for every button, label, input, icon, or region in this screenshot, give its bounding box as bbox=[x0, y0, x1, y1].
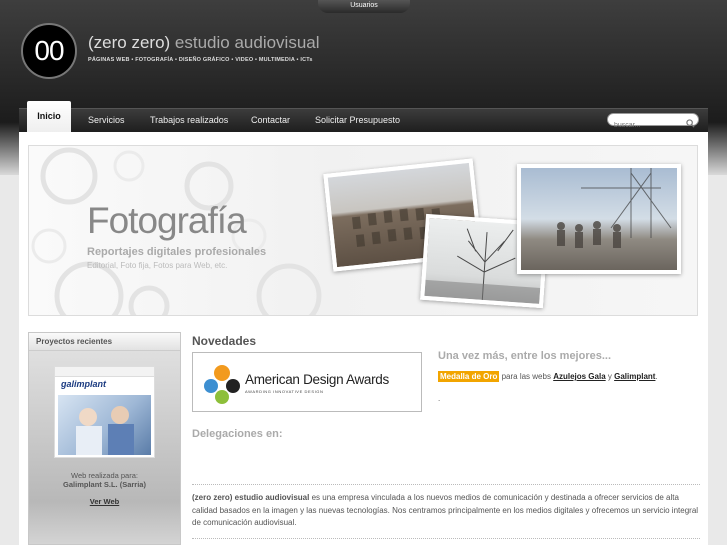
nav-item-servicios[interactable]: Servicios bbox=[88, 115, 125, 125]
banner-title: Fotografía bbox=[87, 200, 247, 241]
search-icon[interactable] bbox=[686, 115, 695, 133]
project-caption: Web realizada para: bbox=[71, 471, 138, 480]
medal-badge: Medalla de Oro bbox=[438, 371, 500, 382]
recent-projects-title: Proyectos recientes bbox=[29, 333, 180, 351]
award-logo-icon bbox=[204, 365, 240, 404]
thumb-photo bbox=[58, 395, 151, 455]
nav-item-inicio[interactable]: Inicio bbox=[27, 101, 71, 133]
about-text: (zero zero) estudio audiovisual es una e… bbox=[192, 492, 702, 530]
thumb-brand: galimplant bbox=[61, 379, 107, 389]
news-dot: . bbox=[438, 394, 441, 403]
award-name: American Design Awards bbox=[245, 372, 389, 387]
brand-name: (zero zero) bbox=[88, 33, 171, 52]
search-box bbox=[607, 113, 699, 131]
news-headline: Una vez más, entre los mejores... bbox=[438, 350, 612, 362]
recent-projects-panel: Proyectos recientes galimplant Web reali… bbox=[28, 332, 181, 545]
divider-bottom bbox=[192, 538, 700, 539]
delegaciones-title: Delegaciones en: bbox=[192, 428, 283, 440]
news-text: para las webs bbox=[501, 372, 551, 381]
project-thumbnail[interactable]: galimplant bbox=[54, 366, 155, 458]
banner-subtitle: Reportajes digitales profesionales bbox=[87, 246, 267, 258]
link-galimplant[interactable]: Galimplant bbox=[614, 372, 655, 381]
main-nav: Inicio Servicios Trabajos realizados Con… bbox=[19, 101, 708, 133]
nav-item-presupuesto[interactable]: Solicitar Presupuesto bbox=[315, 115, 400, 125]
brand-title: (zero zero) estudio audiovisual bbox=[88, 33, 320, 53]
link-azulejos-gala[interactable]: Azulejos Gala bbox=[553, 372, 605, 381]
nav-item-contactar[interactable]: Contactar bbox=[251, 115, 290, 125]
banner-subtitle-2: Editorial, Foto fija, Fotos para Web, et… bbox=[87, 261, 228, 270]
thumb-nav-bar bbox=[55, 367, 154, 377]
tagline: PÁGINAS WEB • FOTOGRAFÍA • DISEÑO GRÁFIC… bbox=[88, 57, 313, 63]
brand-suffix: estudio audiovisual bbox=[174, 33, 320, 52]
novedades-title: Novedades bbox=[192, 334, 257, 348]
usuarios-tab[interactable]: Usuarios bbox=[318, 0, 410, 13]
search-input[interactable] bbox=[608, 120, 684, 131]
photo-ship-crew bbox=[517, 164, 681, 274]
award-banner[interactable]: American Design Awards AWARDING INNOVATI… bbox=[192, 352, 422, 412]
nav-item-trabajos[interactable]: Trabajos realizados bbox=[150, 115, 228, 125]
logo[interactable]: 00 bbox=[21, 23, 77, 79]
news-period: . bbox=[655, 372, 658, 381]
news-conj: y bbox=[607, 372, 612, 381]
project-client: Galimplant S.L. (Sarria) bbox=[63, 480, 146, 489]
award-tagline: AWARDING INNOVATIVE DESIGN bbox=[245, 389, 324, 394]
news-line: Medalla de Oro para las webs Azulejos Ga… bbox=[438, 371, 658, 382]
ver-web-link[interactable]: Ver Web bbox=[29, 497, 180, 506]
photo-banner: Fotografía Reportajes digitales profesio… bbox=[28, 145, 698, 316]
about-company: (zero zero) estudio audiovisual bbox=[192, 493, 310, 502]
divider bbox=[192, 484, 700, 485]
